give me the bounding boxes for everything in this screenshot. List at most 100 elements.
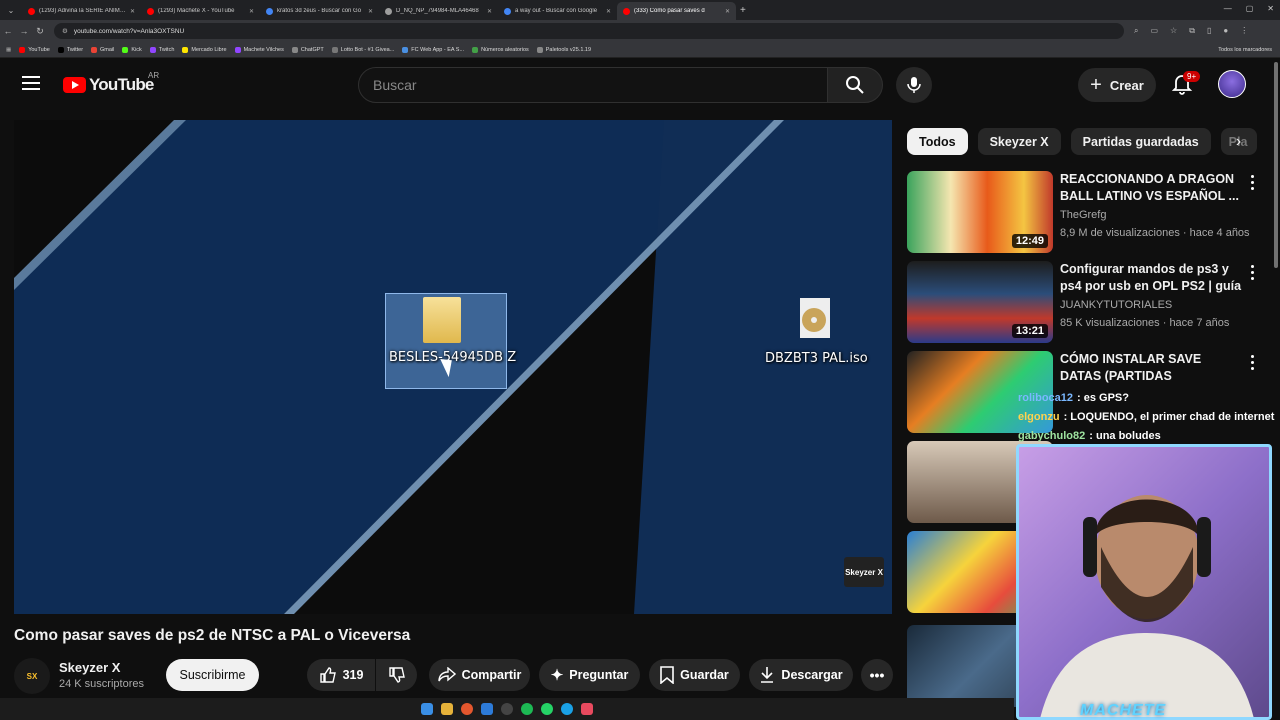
tab-search-icon[interactable]: ⌄ [0,6,22,15]
zoom-icon[interactable]: ⌕ [1134,26,1138,36]
video-player[interactable]: BESLES-54945DB Z DBZBT3 PAL.iso Skeyzer … [14,120,892,614]
hamburger-menu-icon[interactable] [22,76,40,90]
browser-menu-icon[interactable]: ⋮ [1240,26,1248,36]
bookmark-star-icon[interactable]: ☆ [1170,26,1177,36]
bookmark-item[interactable]: Machete Vilches [234,46,284,53]
bookmark-favicon-icon [19,46,26,53]
url-field[interactable]: ⚙ youtube.com/watch?v=Anla3OXTSNU [54,23,1124,39]
bookmark-item[interactable]: Twitter [57,46,84,53]
save-label: Guardar [680,668,729,682]
subscribe-button[interactable]: Suscribirme [166,659,259,691]
start-icon[interactable] [421,703,433,715]
search-button[interactable] [827,67,883,103]
search-input[interactable]: Buscar [358,67,828,103]
site-info-icon[interactable]: ⚙ [62,27,68,35]
bookmark-item[interactable]: Gmail [91,46,114,53]
close-tab-icon[interactable]: ✕ [249,8,254,15]
recommendation-channel[interactable]: JUANKYTUTORIALES [1060,299,1172,311]
duration-badge: 13:21 [1011,324,1048,338]
filter-chip[interactable]: Skeyzer X [977,128,1061,155]
filter-chip[interactable]: Partidas guardadas [1070,128,1211,155]
back-icon[interactable]: ← [0,26,16,36]
duration-badge: 12:49 [1011,234,1048,248]
channel-avatar[interactable]: SX [14,658,50,694]
recommendation-title[interactable]: Configurar mandos de ps3 y ps4 por usb e… [1060,261,1242,295]
bookmark-item[interactable]: Números aleatorios [472,46,529,53]
video-thumbnail[interactable]: 13:21 [907,261,1053,343]
browser-tab[interactable]: D_NQ_NP_794984-MLA46468 ✕ [379,2,498,20]
more-vertical-icon[interactable] [1247,263,1257,281]
recommendation-title[interactable]: CÓMO INSTALAR SAVE DATAS (PARTIDAS GUARD… [1060,351,1242,385]
browser-tab[interactable]: (333) Como pasar saves d ✕ [617,2,736,20]
chevron-right-icon[interactable]: › [1225,128,1252,155]
dislike-button[interactable] [376,659,417,691]
file-explorer-icon[interactable] [441,703,453,715]
ask-button[interactable]: ✦ Preguntar [539,659,640,691]
more-vertical-icon[interactable] [1247,173,1257,191]
close-tab-icon[interactable]: ✕ [487,8,492,15]
page-scrollbar[interactable] [1274,62,1278,268]
bookmark-item[interactable]: YouTube [19,46,50,53]
edge-icon[interactable] [561,703,573,715]
browser-tab[interactable]: kratos 3d zeus - Buscar con Go ✕ [260,2,379,20]
channel-watermark[interactable]: Skeyzer X [844,557,884,587]
channel-name[interactable]: Skeyzer X [59,660,120,675]
more-actions-button[interactable]: ••• [861,659,893,691]
close-tab-icon[interactable]: ✕ [725,8,730,15]
bookmark-item[interactable]: Kick [122,46,142,53]
youtube-logo[interactable]: YouTube AR [63,71,159,95]
address-bar-row: ← → ↻ ⚙ youtube.com/watch?v=Anla3OXTSNU … [0,20,1280,42]
create-button[interactable]: + Crear [1078,68,1156,102]
browser-tab[interactable]: a way out - Buscar con Google ✕ [498,2,617,20]
bookmark-item[interactable]: Mercado Libre [182,46,227,53]
bookmark-label: Machete Vilches [243,46,284,53]
bookmarks-bar: ▦ YouTube Twitter Gmail Kick Twitch Mercado L… [0,42,1280,58]
filter-chip[interactable]: Todos [907,128,968,155]
like-button[interactable]: 319 [307,659,375,691]
browser-tab[interactable]: (1293) Adivina la SERIE ANIMAD ✕ [22,2,141,20]
close-tab-icon[interactable]: ✕ [606,8,611,15]
app-icon[interactable] [501,703,513,715]
close-tab-icon[interactable]: ✕ [368,8,373,15]
whatsapp-icon[interactable] [541,703,553,715]
recommendation-channel[interactable]: TheGrefg [1060,209,1106,221]
search-placeholder: Buscar [373,77,417,93]
bookmark-item[interactable]: Paletools v25.1.19 [536,46,591,53]
bookmark-item[interactable]: ChatGPT [291,46,324,53]
bookmark-favicon-icon [234,46,241,53]
share-icon [437,667,456,682]
close-tab-icon[interactable]: ✕ [130,8,135,15]
reload-icon[interactable]: ↻ [32,26,48,37]
save-button[interactable]: Guardar [649,659,740,691]
all-bookmarks-link[interactable]: Todos los marcadores [1218,47,1272,53]
bookmark-item[interactable]: Lotto Bot - #1 Givea... [331,46,394,53]
google-icon [504,7,511,15]
bookmark-label: Twitter [66,46,84,53]
user-avatar[interactable] [1218,70,1246,98]
chrome-icon[interactable] [461,703,473,715]
cast-icon[interactable]: ▭ [1150,26,1158,36]
sparkle-icon: ✦ [550,667,564,684]
extensions-icon[interactable]: ⧉ [1189,26,1195,36]
maximize-icon[interactable]: ▢ [1246,4,1254,13]
bookmark-item[interactable]: FC Web App - EA S... [402,46,464,53]
recommendation-item[interactable]: 13:21 Configurar mandos de ps3 y ps4 por … [907,261,1269,343]
profile-icon[interactable]: ● [1223,26,1228,36]
spotify-icon[interactable] [521,703,533,715]
video-thumbnail[interactable]: 12:49 [907,171,1053,253]
new-tab-button[interactable]: + [740,5,746,16]
voice-search-button[interactable] [896,67,932,103]
forward-icon[interactable]: → [16,26,32,36]
minimize-icon[interactable]: — [1224,4,1232,13]
share-button[interactable]: Compartir [429,659,530,691]
browser-tab[interactable]: (1293) Machete X - YouTube ✕ [141,2,260,20]
close-window-icon[interactable]: ✕ [1267,4,1274,13]
calendar-icon[interactable] [581,703,593,715]
more-vertical-icon[interactable] [1247,353,1257,371]
steam-icon[interactable] [481,703,493,715]
recommendation-item[interactable]: 12:49 REACCIONANDO A DRAGON BALL LATINO V… [907,171,1269,253]
sidebar-icon[interactable]: ▯ [1207,26,1211,36]
download-button[interactable]: Descargar [749,659,853,691]
bookmark-item[interactable]: Twitch [149,46,174,53]
recommendation-title[interactable]: REACCIONANDO A DRAGON BALL LATINO VS ESP… [1060,171,1242,205]
